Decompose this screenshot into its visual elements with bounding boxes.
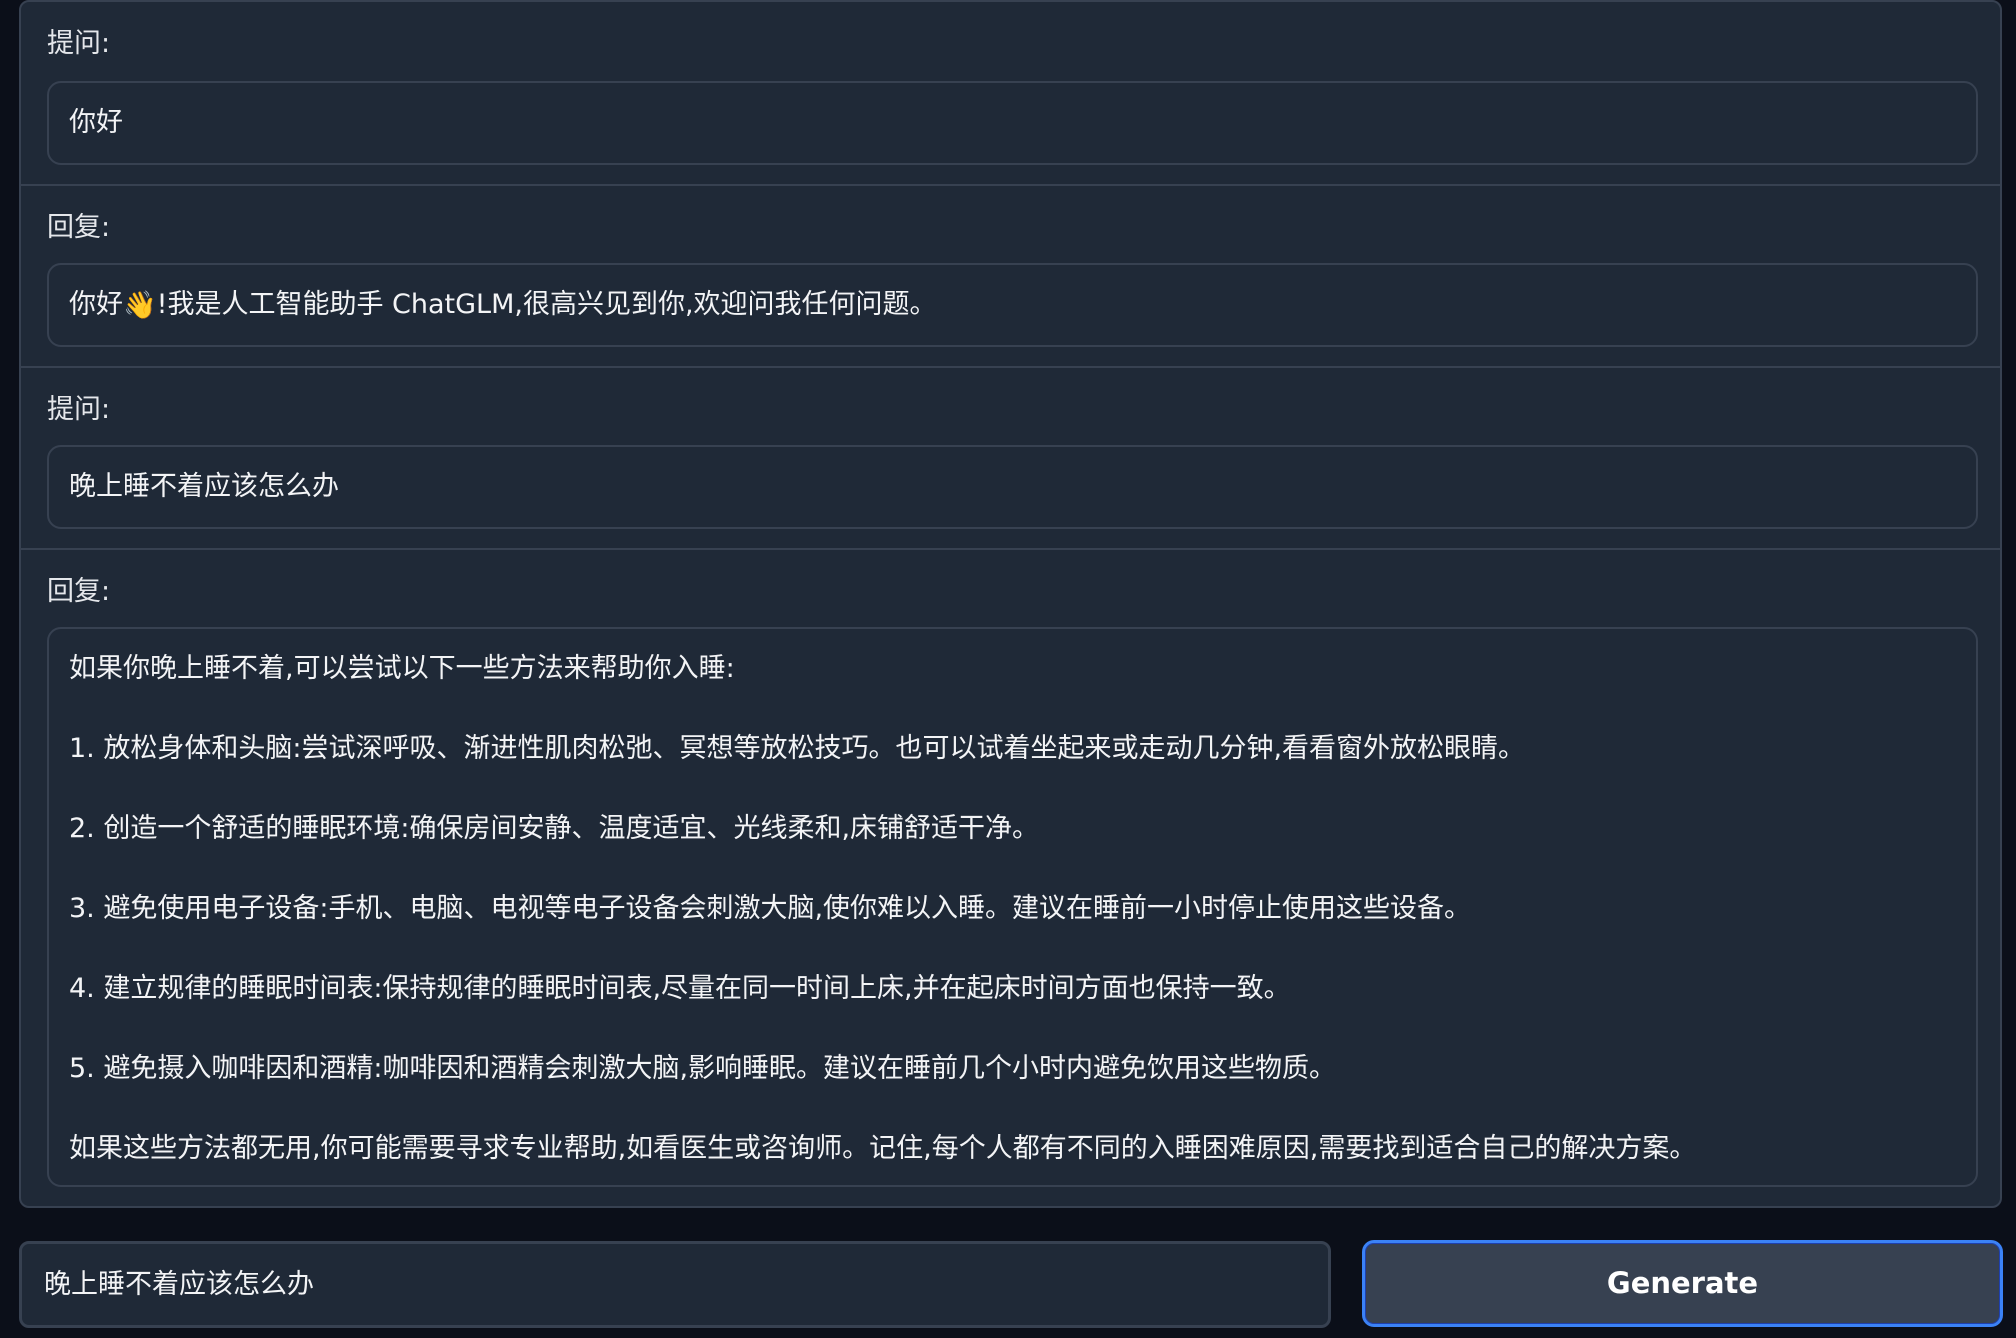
question-label: 提问:	[47, 28, 111, 59]
prompt-input[interactable]: 晚上睡不着应该怎么办	[19, 1241, 1331, 1328]
question-text-box: 你好	[47, 81, 1978, 165]
answer-label: 回复:	[47, 576, 111, 607]
question-text-box: 晚上睡不着应该怎么办	[47, 445, 1978, 529]
answer-paragraph: 4. 建立规律的睡眠时间表:保持规律的睡眠时间表,尽量在同一时间上床,并在起床时…	[69, 973, 1291, 1004]
answer-text-box: 你好👋!我是人工智能助手 ChatGLM,很高兴见到你,欢迎问我任何问题。	[47, 263, 1978, 347]
prompt-input-value: 晚上睡不着应该怎么办	[44, 1269, 314, 1300]
answer-paragraph: 2. 创造一个舒适的睡眠环境:确保房间安静、温度适宜、光线柔和,床铺舒适干净。	[69, 813, 1040, 844]
answer-text-box: 如果你晚上睡不着,可以尝试以下一些方法来帮助你入睡: 1. 放松身体和头脑:尝试…	[47, 627, 1978, 1187]
question-text: 晚上睡不着应该怎么办	[69, 471, 339, 502]
answer-paragraph: 如果这些方法都无用,你可能需要寻求专业帮助,如看医生或咨询师。记住,每个人都有不…	[69, 1133, 1697, 1164]
answer-text-start: 你好	[69, 289, 123, 320]
generate-button[interactable]: Generate	[1362, 1240, 2003, 1327]
answer-paragraph: 如果你晚上睡不着,可以尝试以下一些方法来帮助你入睡:	[69, 653, 735, 684]
chat-history-panel: 提问: 你好 回复: 你好👋!我是人工智能助手 ChatGLM,很高兴见到你,欢…	[19, 0, 2002, 1208]
message-block-question-1: 提问: 你好	[21, 2, 2000, 186]
answer-text-end: !我是人工智能助手 ChatGLM,很高兴见到你,欢迎问我任何问题。	[156, 289, 937, 320]
question-text: 你好	[69, 107, 123, 138]
answer-paragraph: 3. 避免使用电子设备:手机、电脑、电视等电子设备会刺激大脑,使你难以入睡。建议…	[69, 893, 1472, 924]
answer-paragraph: 5. 避免摄入咖啡因和酒精:咖啡因和酒精会刺激大脑,影响睡眠。建议在睡前几个小时…	[69, 1053, 1337, 1084]
generate-button-label: Generate	[1606, 1266, 1759, 1300]
message-block-answer-2: 回复: 如果你晚上睡不着,可以尝试以下一些方法来帮助你入睡: 1. 放松身体和头…	[21, 550, 2000, 1206]
message-block-question-2: 提问: 晚上睡不着应该怎么办	[21, 368, 2000, 550]
message-block-answer-1: 回复: 你好👋!我是人工智能助手 ChatGLM,很高兴见到你,欢迎问我任何问题…	[21, 186, 2000, 368]
answer-paragraph: 1. 放松身体和头脑:尝试深呼吸、渐进性肌肉松弛、冥想等放松技巧。也可以试着坐起…	[69, 733, 1526, 764]
question-label: 提问:	[47, 394, 111, 425]
waving-hand-icon: 👋	[123, 289, 157, 321]
answer-label: 回复:	[47, 212, 111, 243]
